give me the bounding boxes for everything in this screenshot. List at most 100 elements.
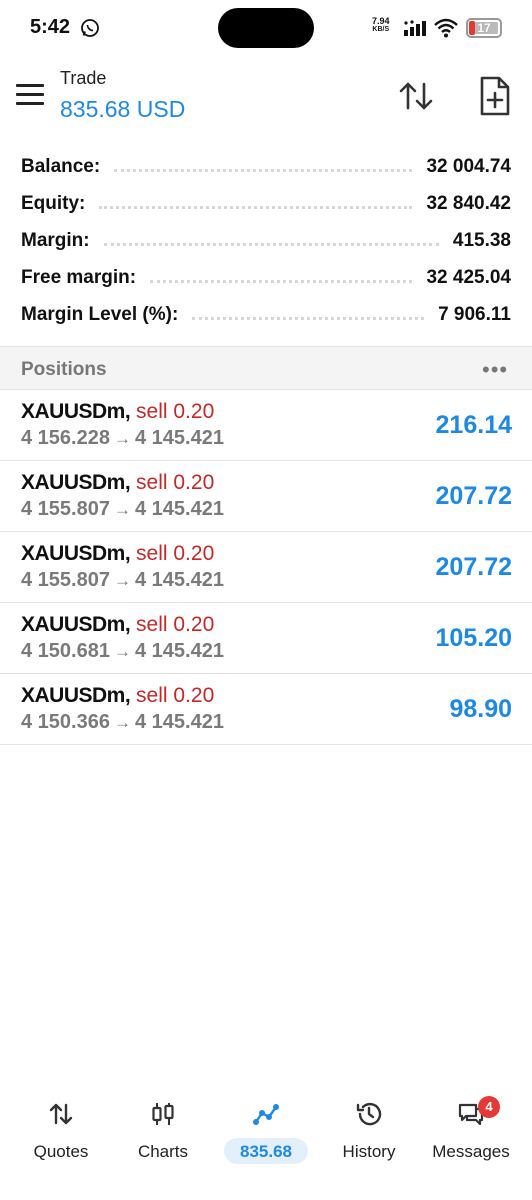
menu-icon[interactable] [16, 84, 44, 106]
whatsapp-icon [81, 19, 99, 37]
arrow-right-icon: → [113, 713, 131, 732]
position-side: sell 0.20 [136, 400, 215, 423]
position-row[interactable]: XAUUSDm, sell 0.20 4 150.366 → 4 145.421 9… [0, 674, 532, 745]
history-clock-icon [356, 1102, 382, 1126]
bottom-navigation: Quotes Charts 835.68 History 4 Messages [0, 1090, 532, 1170]
open-price: 4 155.807 [21, 498, 110, 520]
nav-label: Messages [432, 1142, 510, 1161]
nav-history[interactable]: History [316, 1090, 422, 1170]
notification-badge: 4 [478, 1096, 500, 1118]
summary-row-equity: Equity: 32 840.42 [0, 185, 532, 222]
page-title: Trade [60, 68, 107, 88]
dotted-leader [114, 162, 413, 172]
current-price: 4 145.421 [134, 640, 224, 662]
position-row[interactable]: XAUUSDm, sell 0.20 4 150.681 → 4 145.421 1… [0, 603, 532, 674]
position-profit: 207.72 [435, 482, 512, 510]
current-price: 4 145.421 [134, 498, 224, 520]
position-profit: 216.14 [435, 411, 512, 439]
position-symbol: XAUUSDm, [21, 400, 131, 423]
dotted-leader [103, 236, 439, 246]
summary-label: Free margin: [21, 266, 137, 288]
candlestick-icon [152, 1103, 174, 1125]
position-header-line: XAUUSDm, sell 0.20 [21, 684, 214, 708]
summary-value: 32 004.74 [426, 155, 511, 177]
dotted-leader [150, 273, 413, 283]
summary-label: Margin: [21, 229, 90, 251]
positions-title: Positions [21, 359, 107, 380]
dotted-leader [99, 199, 413, 209]
positions-list: XAUUSDm, sell 0.20 4 156.228 → 4 145.421 2… [0, 390, 532, 745]
signal-icon [404, 20, 426, 36]
position-symbol: XAUUSDm, [21, 613, 131, 636]
position-header-line: XAUUSDm, sell 0.20 [21, 471, 214, 495]
floating-profit: 835.68 USD [60, 96, 186, 122]
summary-row-balance: Balance: 32 004.74 [0, 148, 532, 185]
app-header: Trade 835.68 USD [0, 58, 532, 144]
position-profit: 105.20 [435, 624, 512, 652]
position-header-line: XAUUSDm, sell 0.20 [21, 613, 214, 637]
summary-value: 32 840.42 [426, 192, 511, 214]
position-side: sell 0.20 [136, 684, 215, 707]
wifi-icon [434, 18, 458, 38]
nav-charts[interactable]: Charts [110, 1090, 216, 1170]
nav-messages[interactable]: 4 Messages [418, 1090, 524, 1170]
open-price: 4 156.228 [21, 427, 110, 449]
network-speed: 7.94 KB/S [372, 17, 390, 34]
summary-label: Equity: [21, 192, 86, 214]
trade-line-icon [253, 1104, 279, 1125]
status-bar: 5:42 7.94 KB/S 17 [0, 0, 532, 58]
nav-label: 835.68 [240, 1142, 292, 1161]
summary-value: 7 906.11 [438, 303, 511, 325]
position-symbol: XAUUSDm, [21, 542, 131, 565]
position-side: sell 0.20 [136, 613, 215, 636]
summary-value: 32 425.04 [426, 266, 511, 288]
current-price: 4 145.421 [134, 711, 224, 733]
battery-level: 17 [477, 21, 491, 35]
summary-label: Margin Level (%): [21, 303, 179, 325]
open-price: 4 150.681 [21, 640, 110, 662]
position-side: sell 0.20 [136, 471, 215, 494]
nav-label: Quotes [33, 1142, 89, 1161]
camera-island [218, 8, 314, 48]
nav-label: History [342, 1142, 396, 1161]
nav-trade[interactable]: 835.68 [213, 1090, 319, 1170]
arrow-right-icon: → [113, 429, 131, 448]
more-options-icon[interactable]: ••• [482, 357, 512, 382]
position-row[interactable]: XAUUSDm, sell 0.20 4 155.807 → 4 145.421 2… [0, 532, 532, 603]
open-price: 4 155.807 [21, 569, 110, 591]
summary-value: 415.38 [452, 229, 511, 251]
position-prices: 4 150.366 → 4 145.421 [21, 711, 224, 734]
summary-row-free-margin: Free margin: 32 425.04 [0, 259, 532, 296]
summary-label: Balance: [21, 155, 101, 177]
position-side: sell 0.20 [136, 542, 215, 565]
position-prices: 4 155.807 → 4 145.421 [21, 498, 224, 521]
position-row[interactable]: XAUUSDm, sell 0.20 4 156.228 → 4 145.421 2… [0, 390, 532, 461]
quotes-arrows-icon [49, 1103, 73, 1125]
arrow-right-icon: → [113, 642, 131, 661]
current-price: 4 145.421 [134, 569, 224, 591]
position-prices: 4 156.228 → 4 145.421 [21, 427, 224, 450]
arrow-right-icon: → [113, 571, 131, 590]
position-symbol: XAUUSDm, [21, 684, 131, 707]
position-profit: 207.72 [435, 553, 512, 581]
summary-row-margin-level: Margin Level (%): 7 906.11 [0, 296, 532, 333]
position-header-line: XAUUSDm, sell 0.20 [21, 542, 214, 566]
arrow-right-icon: → [113, 500, 131, 519]
status-time: 5:42 [30, 16, 71, 38]
summary-row-margin: Margin: 415.38 [0, 222, 532, 259]
sort-icon[interactable] [396, 76, 436, 116]
position-prices: 4 155.807 → 4 145.421 [21, 569, 224, 592]
position-profit: 98.90 [449, 695, 512, 723]
nav-label: Charts [137, 1142, 189, 1161]
network-speed-unit: KB/S [372, 26, 390, 33]
positions-section-header: Positions ••• [0, 346, 532, 390]
current-price: 4 145.421 [134, 427, 224, 449]
position-row[interactable]: XAUUSDm, sell 0.20 4 155.807 → 4 145.421 2… [0, 461, 532, 532]
position-symbol: XAUUSDm, [21, 471, 131, 494]
nav-quotes[interactable]: Quotes [8, 1090, 114, 1170]
position-prices: 4 150.681 → 4 145.421 [21, 640, 224, 663]
position-header-line: XAUUSDm, sell 0.20 [21, 400, 214, 424]
account-summary: Balance: 32 004.74 Equity: 32 840.42 Mar… [0, 148, 532, 333]
new-order-icon[interactable] [474, 74, 514, 118]
open-price: 4 150.366 [21, 711, 110, 733]
